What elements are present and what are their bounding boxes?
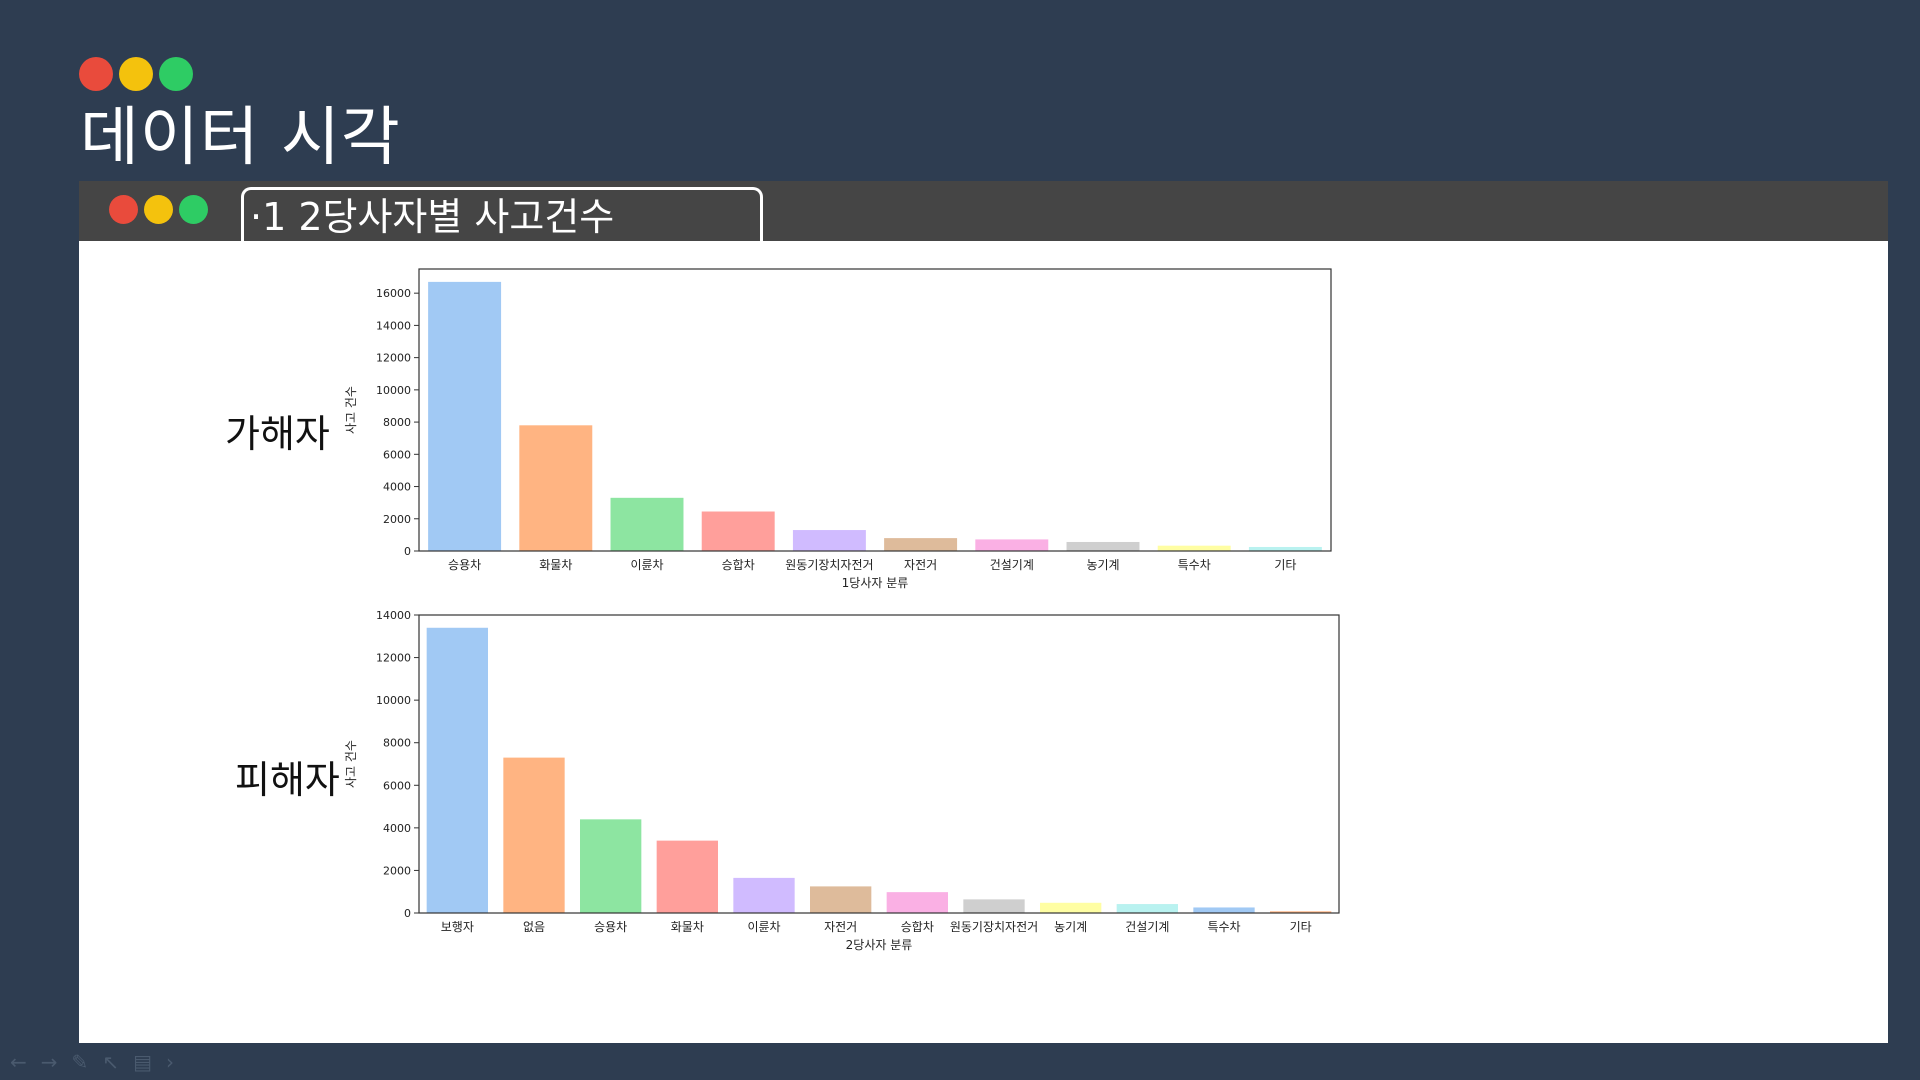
chart2-bar [886, 892, 948, 913]
chart2-x-tick-label: 이륜차 [747, 920, 780, 934]
chart2-x-tick-label: 보행자 [441, 919, 474, 934]
chart1-x-tick-label: 이륜차 [630, 558, 663, 572]
chart1-x-tick-label: 화물차 [539, 558, 572, 572]
minimize-dot-icon [119, 57, 153, 91]
slide-title: 데이터 시각 [80, 101, 401, 175]
chart2-x-tick-label: 자전거 [824, 920, 857, 934]
pointer-icon[interactable]: ↖ [102, 1050, 119, 1074]
chart1-bar [792, 530, 866, 551]
chart1-y-axis-label: 사고 건수 [344, 386, 358, 434]
chart2-x-tick-label: 없음 [523, 920, 545, 934]
chart1-x-tick-label: 특수차 [1178, 558, 1211, 572]
chart1-y-tick-label: 16000 [376, 287, 411, 300]
chart2-y-tick-label: 12000 [376, 652, 411, 665]
chart1-y-tick-label: 2000 [383, 513, 411, 526]
chart2-x-tick-label: 승합차 [901, 920, 934, 934]
chart2-x-tick-label: 기타 [1290, 920, 1312, 934]
close-dot-icon [79, 57, 113, 91]
chart1-y-tick-label: 8000 [383, 416, 411, 429]
chart1-x-tick-label: 원동기장치자전거 [785, 558, 873, 572]
chart2-x-tick-label: 원동기장치자전거 [950, 920, 1038, 934]
panel-minimize-dot-icon [144, 195, 173, 224]
chart1-x-tick-label: 승합차 [722, 558, 755, 572]
panel-tab-label: ·1 2당사자별 사고건수 [250, 195, 615, 239]
chart2-bar [733, 877, 795, 913]
notes-icon[interactable]: ▤ [133, 1050, 152, 1074]
chart2-bar [1193, 907, 1255, 913]
chart1-bar [1248, 546, 1322, 551]
chart2-x-tick-label: 농기계 [1054, 920, 1087, 934]
chart1-y-tick-label: 6000 [383, 448, 411, 461]
chart2-x-tick-label: 특수차 [1207, 920, 1240, 934]
chart1-bar [701, 511, 775, 551]
chart2-x-axis-label: 2당사자 분류 [846, 938, 913, 952]
chart2-y-tick-label: 14000 [376, 609, 411, 622]
chart1-x-tick-label: 자전거 [904, 558, 937, 572]
chart2-bar [580, 819, 642, 913]
panel-tab[interactable]: ·1 2당사자별 사고건수 [241, 187, 763, 245]
chart2-y-tick-label: 0 [404, 907, 411, 920]
panel-close-dot-icon [109, 195, 138, 224]
chart2-x-tick-label: 건설기계 [1125, 920, 1169, 934]
chart2-y-tick-label: 8000 [383, 737, 411, 750]
panel-header: ·1 2당사자별 사고건수 [79, 181, 1888, 245]
chart2-bar [426, 627, 488, 913]
chart1-x-axis-label: 1당사자 분류 [842, 576, 909, 590]
chart1-y-tick-label: 10000 [376, 384, 411, 397]
arrow-right-icon[interactable]: → [41, 1050, 58, 1074]
chart1-bar [610, 497, 684, 551]
chart2-bar [1116, 904, 1178, 913]
chart2-x-tick-label: 화물차 [671, 920, 704, 934]
chart1-bar [884, 538, 958, 551]
chart1-bar [519, 425, 593, 551]
chart1-x-tick-label: 승용차 [448, 558, 481, 572]
pen-icon[interactable]: ✎ [72, 1050, 89, 1074]
chart2-bar [503, 757, 565, 913]
chart1-bar [428, 281, 502, 551]
chart1-x-tick-label: 농기계 [1086, 558, 1119, 572]
chart2-bar [656, 840, 718, 913]
chart1-x-tick-label: 기타 [1274, 558, 1296, 572]
chart2-y-tick-label: 4000 [383, 822, 411, 835]
chart2-y-tick-label: 6000 [383, 779, 411, 792]
maximize-dot-icon [159, 57, 193, 91]
chevron-right-icon[interactable]: › [166, 1050, 174, 1074]
chart1-y-tick-label: 14000 [376, 319, 411, 332]
panel-maximize-dot-icon [179, 195, 208, 224]
chart1-y-tick-label: 0 [404, 545, 411, 558]
chart2-bar [1040, 902, 1102, 913]
chart1-bar [1066, 541, 1140, 551]
chart1-bar [975, 539, 1049, 551]
chart2-y-tick-label: 10000 [376, 694, 411, 707]
chart1-y-tick-label: 4000 [383, 481, 411, 494]
chart2-x-tick-label: 승용차 [594, 920, 627, 934]
chart2-bar [963, 899, 1025, 913]
panel-body: 가해자 피해자 승용차 화물차 이륜차 승합차 원동기장치자전거 자전거 건설기계 농기계 특수… [79, 241, 1888, 1043]
chart2-y-axis-label: 사고 건수 [344, 740, 358, 788]
panel-window-controls [109, 195, 208, 224]
arrow-left-icon[interactable]: ← [10, 1050, 27, 1074]
window-controls [79, 57, 193, 91]
chart1-x-tick-label: 건설기계 [990, 558, 1034, 572]
charts-svg: 승용차 화물차 이륜차 승합차 원동기장치자전거 자전거 건설기계 농기계 특수차 기타02000… [344, 268, 1340, 952]
chart2-bar [810, 886, 872, 913]
chart2-y-tick-label: 2000 [383, 864, 411, 877]
chart1-y-tick-label: 12000 [376, 352, 411, 365]
chart1-bar [1157, 545, 1231, 551]
presentation-toolbar: ← → ✎ ↖ ▤ › [10, 1050, 174, 1074]
